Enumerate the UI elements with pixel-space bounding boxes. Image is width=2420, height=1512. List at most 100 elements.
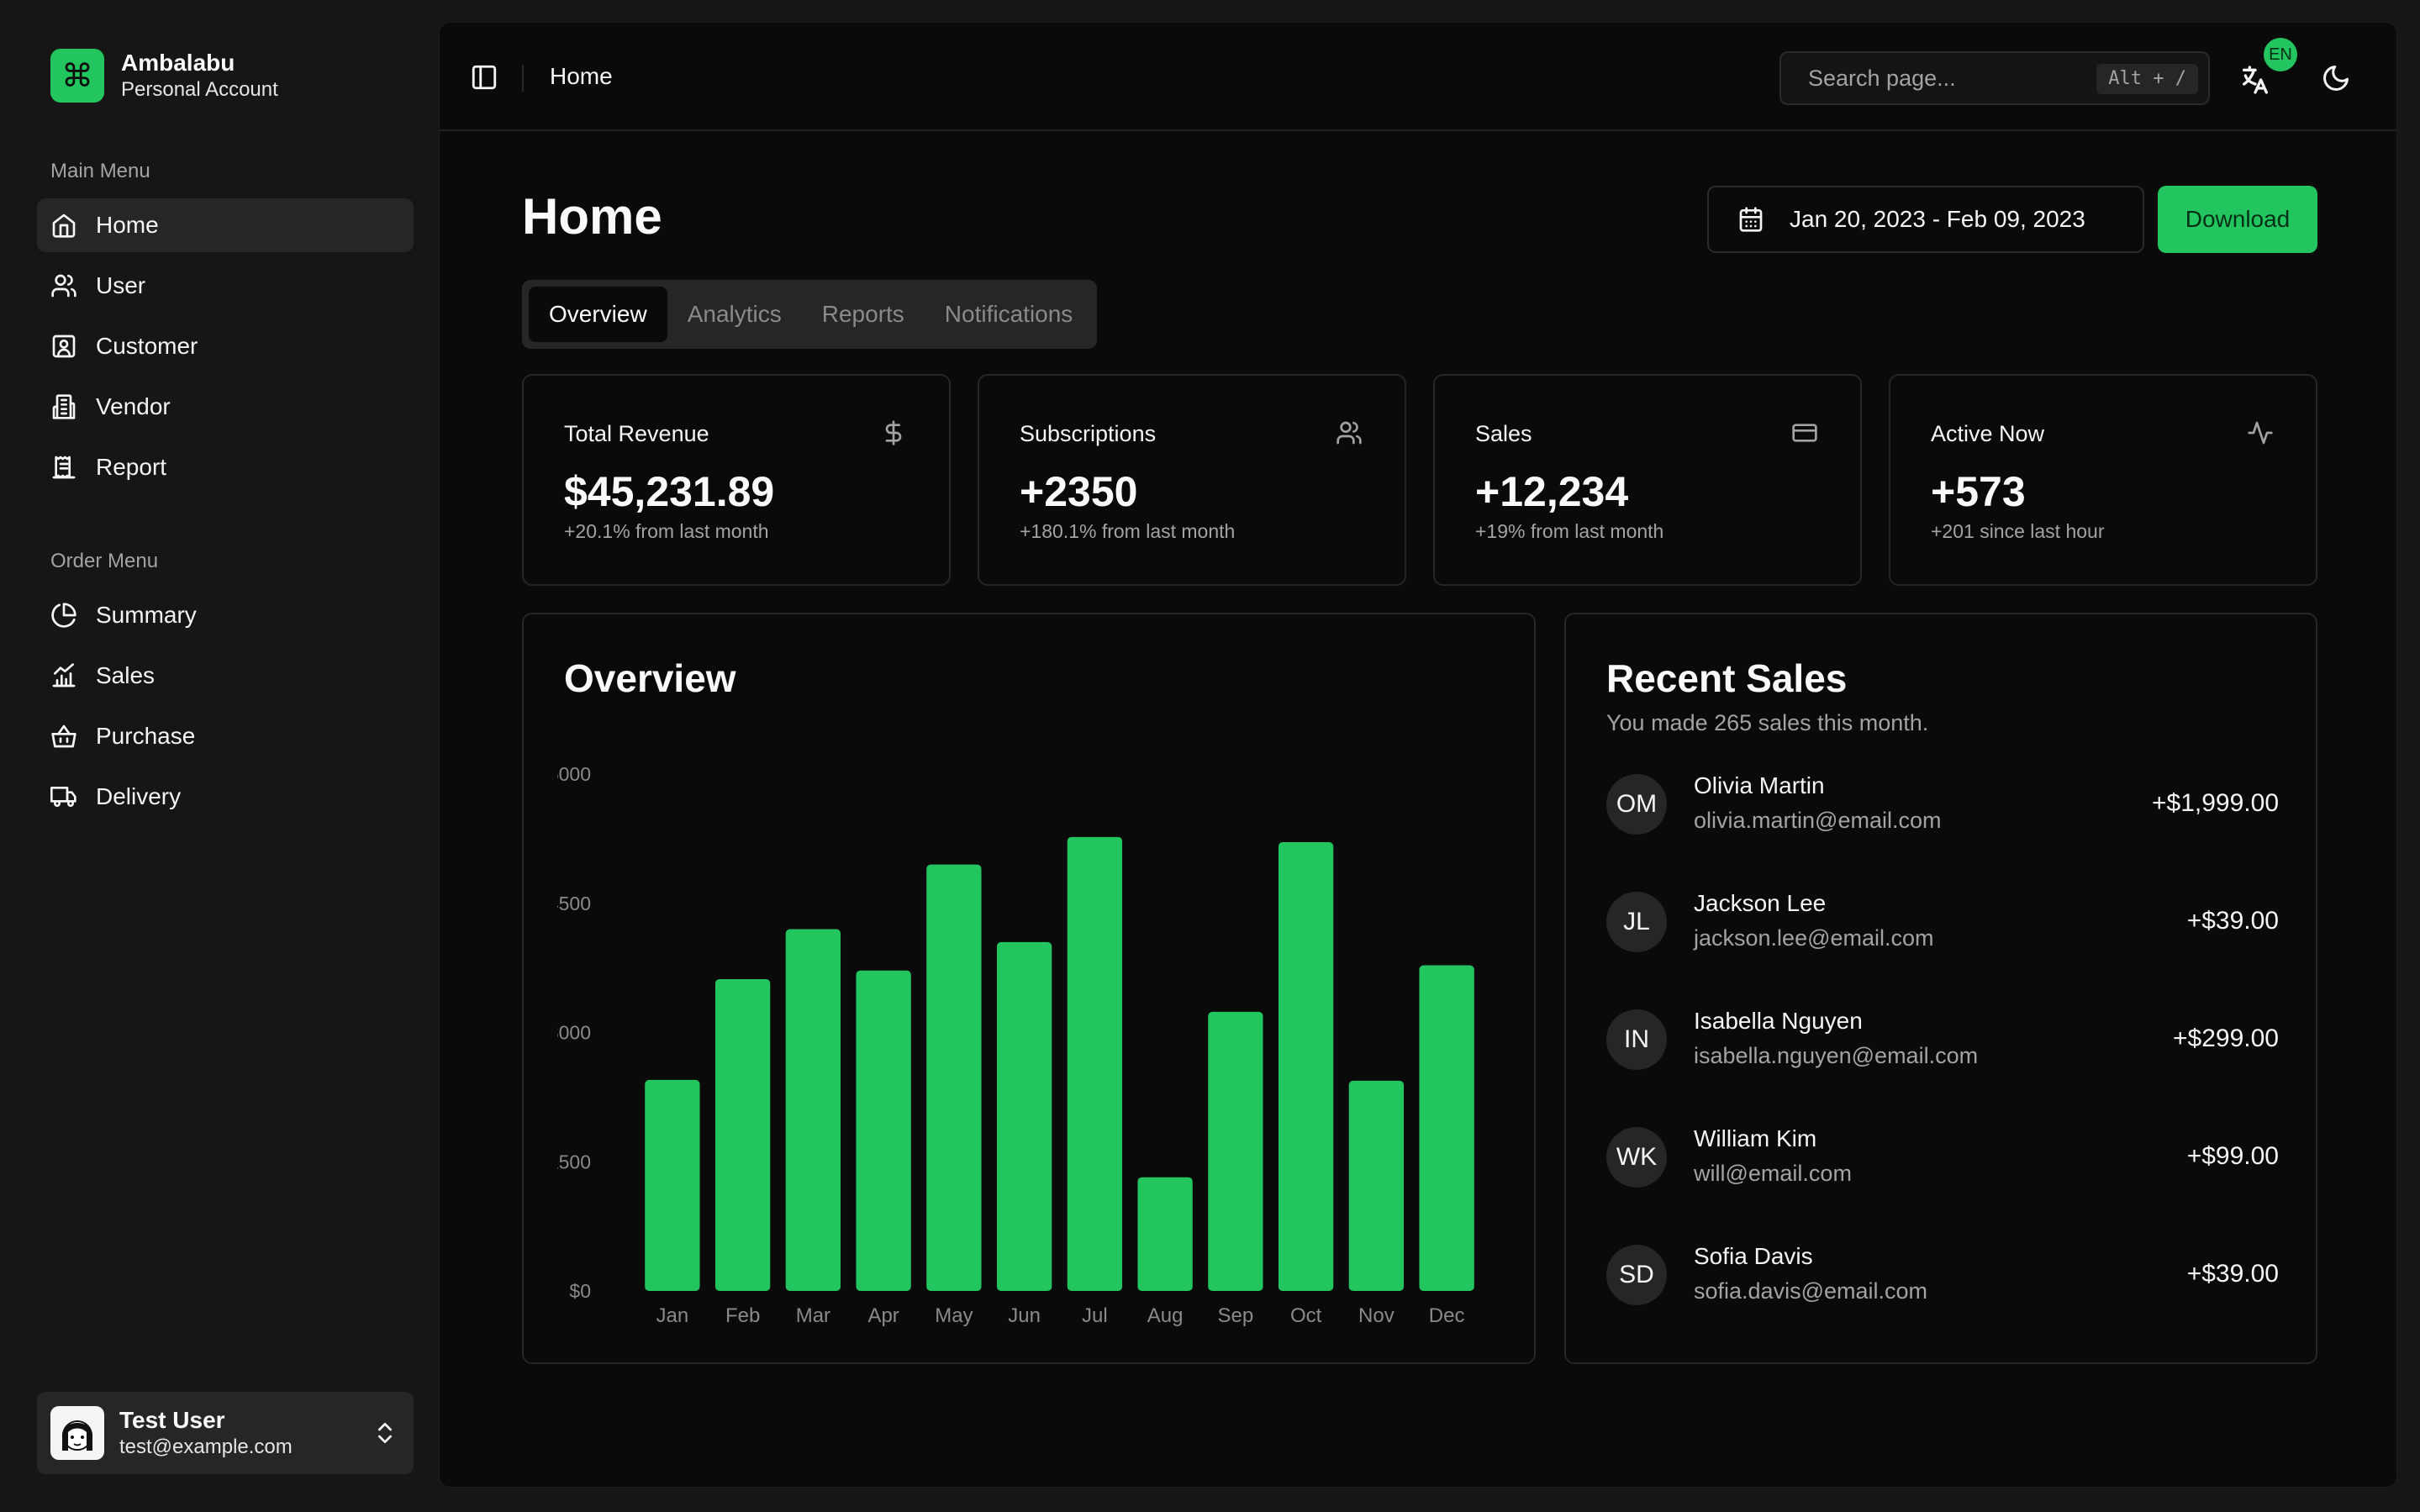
sidebar-item-label: Home	[96, 212, 159, 238]
app-root: ⌘ Ambalabu Personal Account Main Menu Ho…	[0, 0, 2420, 1512]
bar-oct[interactable]	[1278, 841, 1334, 1291]
bar-chart-icon	[50, 662, 77, 689]
customer-name: Jackson Lee	[1694, 890, 1827, 916]
sidebar-item-home[interactable]: Home	[37, 198, 414, 252]
overview-title: Overview	[564, 656, 736, 700]
sidebar-item-user[interactable]: User	[37, 259, 414, 313]
customer-email: jackson.lee@email.com	[1694, 925, 1934, 951]
recent-sales-card: Recent Sales You made 265 sales this mon…	[1564, 613, 2317, 1364]
x-tick-label: Jun	[1008, 1304, 1041, 1327]
user-name: Test User	[119, 1407, 225, 1433]
overview-card: Overview $0 $1500 $3000 $4500 $6000 Jan Feb Mar…	[522, 613, 1536, 1364]
panel-left-icon[interactable]	[470, 63, 498, 92]
bar-jan[interactable]	[645, 1079, 700, 1291]
stat-label: Active Now	[1931, 421, 2045, 446]
stat-label: Total Revenue	[564, 421, 709, 446]
customer-email: olivia.martin@email.com	[1694, 808, 1942, 833]
main-panel: Home Search page... Alt + / EN Home Jan …	[439, 22, 2397, 1488]
avatar: SD	[1606, 1245, 1667, 1305]
user-menu[interactable]: Test User test@example.com	[37, 1392, 414, 1474]
main-menu-title: Main Menu	[50, 160, 150, 182]
list-item[interactable]: SD Sofia Davis sofia.davis@email.com +$3…	[1606, 1243, 2279, 1307]
overview-bar-chart: $0 $1500 $3000 $4500 $6000 Jan Feb Mar Apr May Jun…	[557, 763, 1474, 1327]
customer-email: sofia.davis@email.com	[1694, 1278, 1928, 1304]
brand-name: Ambalabu	[121, 50, 235, 76]
stat-value: +12,234	[1475, 468, 1629, 515]
avatar: OM	[1606, 774, 1667, 835]
stat-change: +19% from last month	[1475, 520, 1664, 542]
translate-icon[interactable]	[2238, 63, 2272, 97]
sidebar-item-delivery[interactable]: Delivery	[37, 770, 414, 824]
stat-change: +20.1% from last month	[564, 520, 769, 542]
calendar-icon	[1739, 207, 1763, 232]
sidebar-item-vendor[interactable]: Vendor	[37, 380, 414, 434]
stat-value: $45,231.89	[564, 468, 775, 515]
x-tick-label: Mar	[796, 1304, 830, 1327]
tab-list: Overview Analytics Reports Notifications	[522, 280, 1097, 349]
tab-overview[interactable]: Overview	[529, 287, 667, 342]
list-item[interactable]: IN Isabella Nguyen isabella.nguyen@email…	[1606, 1008, 2279, 1072]
bar-aug[interactable]	[1137, 1177, 1193, 1291]
tab-analytics[interactable]: Analytics	[667, 287, 802, 342]
bar-may[interactable]	[926, 864, 982, 1291]
home-icon	[50, 212, 77, 239]
bar-mar[interactable]	[785, 929, 841, 1292]
avatar: JL	[1606, 892, 1667, 952]
sidebar-item-sales[interactable]: Sales	[37, 649, 414, 703]
date-range-picker[interactable]: Jan 20, 2023 - Feb 09, 2023	[1707, 186, 2144, 253]
sidebar-item-customer[interactable]: Customer	[37, 319, 414, 373]
topbar-divider	[522, 65, 524, 92]
stat-card-active-now: Active Now +573 +201 since last hour	[1889, 374, 2317, 586]
sidebar-item-label: Vendor	[96, 393, 171, 419]
sale-amount: +$99.00	[2186, 1142, 2279, 1170]
activity-icon	[2248, 421, 2273, 445]
moon-icon[interactable]	[2321, 63, 2351, 93]
order-menu-title: Order Menu	[50, 550, 159, 572]
stat-card-subscriptions: Subscriptions +2350 +180.1% from last mo…	[978, 374, 1406, 586]
y-tick-label: $4500	[557, 893, 591, 914]
tab-reports[interactable]: Reports	[802, 287, 925, 342]
search-shortcut: Alt + /	[2096, 64, 2198, 94]
x-tick-label: Apr	[867, 1304, 899, 1327]
customer-email: will@email.com	[1694, 1161, 1852, 1186]
bar-nov[interactable]	[1348, 1080, 1405, 1291]
sidebar-item-label: Delivery	[96, 783, 182, 809]
truck-icon	[50, 783, 77, 810]
bar-jun[interactable]	[996, 941, 1052, 1291]
users-icon	[1337, 421, 1362, 445]
sidebar-item-label: User	[96, 272, 146, 298]
brand-switcher[interactable]: ⌘ Ambalabu Personal Account	[50, 49, 278, 103]
list-item[interactable]: JL Jackson Lee jackson.lee@email.com +$3…	[1606, 890, 2279, 954]
main-menu: Home User Customer Vendor Report	[37, 198, 414, 501]
stat-change: +180.1% from last month	[1020, 520, 1236, 542]
download-button[interactable]: Download	[2158, 186, 2317, 253]
x-tick-label: Sep	[1218, 1304, 1254, 1327]
y-tick-label: $0	[569, 1280, 591, 1302]
bar-jul[interactable]	[1067, 836, 1123, 1291]
search-placeholder: Search page...	[1808, 65, 1956, 91]
y-tick-label: $3000	[557, 1022, 591, 1044]
tab-notifications[interactable]: Notifications	[925, 287, 1094, 342]
x-tick-label: Dec	[1429, 1304, 1465, 1327]
bar-feb[interactable]	[714, 978, 771, 1291]
bar-apr[interactable]	[856, 970, 911, 1291]
sidebar-item-purchase[interactable]: Purchase	[37, 709, 414, 763]
recent-sales-title: Recent Sales	[1606, 656, 1848, 700]
breadcrumb[interactable]: Home	[550, 63, 613, 90]
pie-chart-icon	[50, 602, 77, 629]
bar-dec[interactable]	[1419, 965, 1474, 1291]
date-range-text: Jan 20, 2023 - Feb 09, 2023	[1790, 206, 2085, 232]
bar-sep[interactable]	[1208, 1011, 1263, 1291]
sidebar-item-summary[interactable]: Summary	[37, 588, 414, 642]
search-input[interactable]: Search page... Alt + /	[1779, 51, 2210, 105]
y-tick-label: $1500	[557, 1151, 591, 1172]
brand-subtitle: Personal Account	[121, 78, 278, 101]
list-item[interactable]: OM Olivia Martin olivia.martin@email.com…	[1606, 772, 2279, 836]
x-tick-label: Jul	[1082, 1304, 1108, 1327]
customer-name: William Kim	[1694, 1125, 1817, 1151]
credit-card-icon	[1792, 424, 1817, 442]
list-item[interactable]: WK William Kim will@email.com +$99.00	[1606, 1125, 2279, 1189]
topbar: Home Search page... Alt + / EN	[440, 23, 2396, 131]
sale-amount: +$299.00	[2173, 1025, 2279, 1052]
sidebar-item-report[interactable]: Report	[37, 440, 414, 494]
